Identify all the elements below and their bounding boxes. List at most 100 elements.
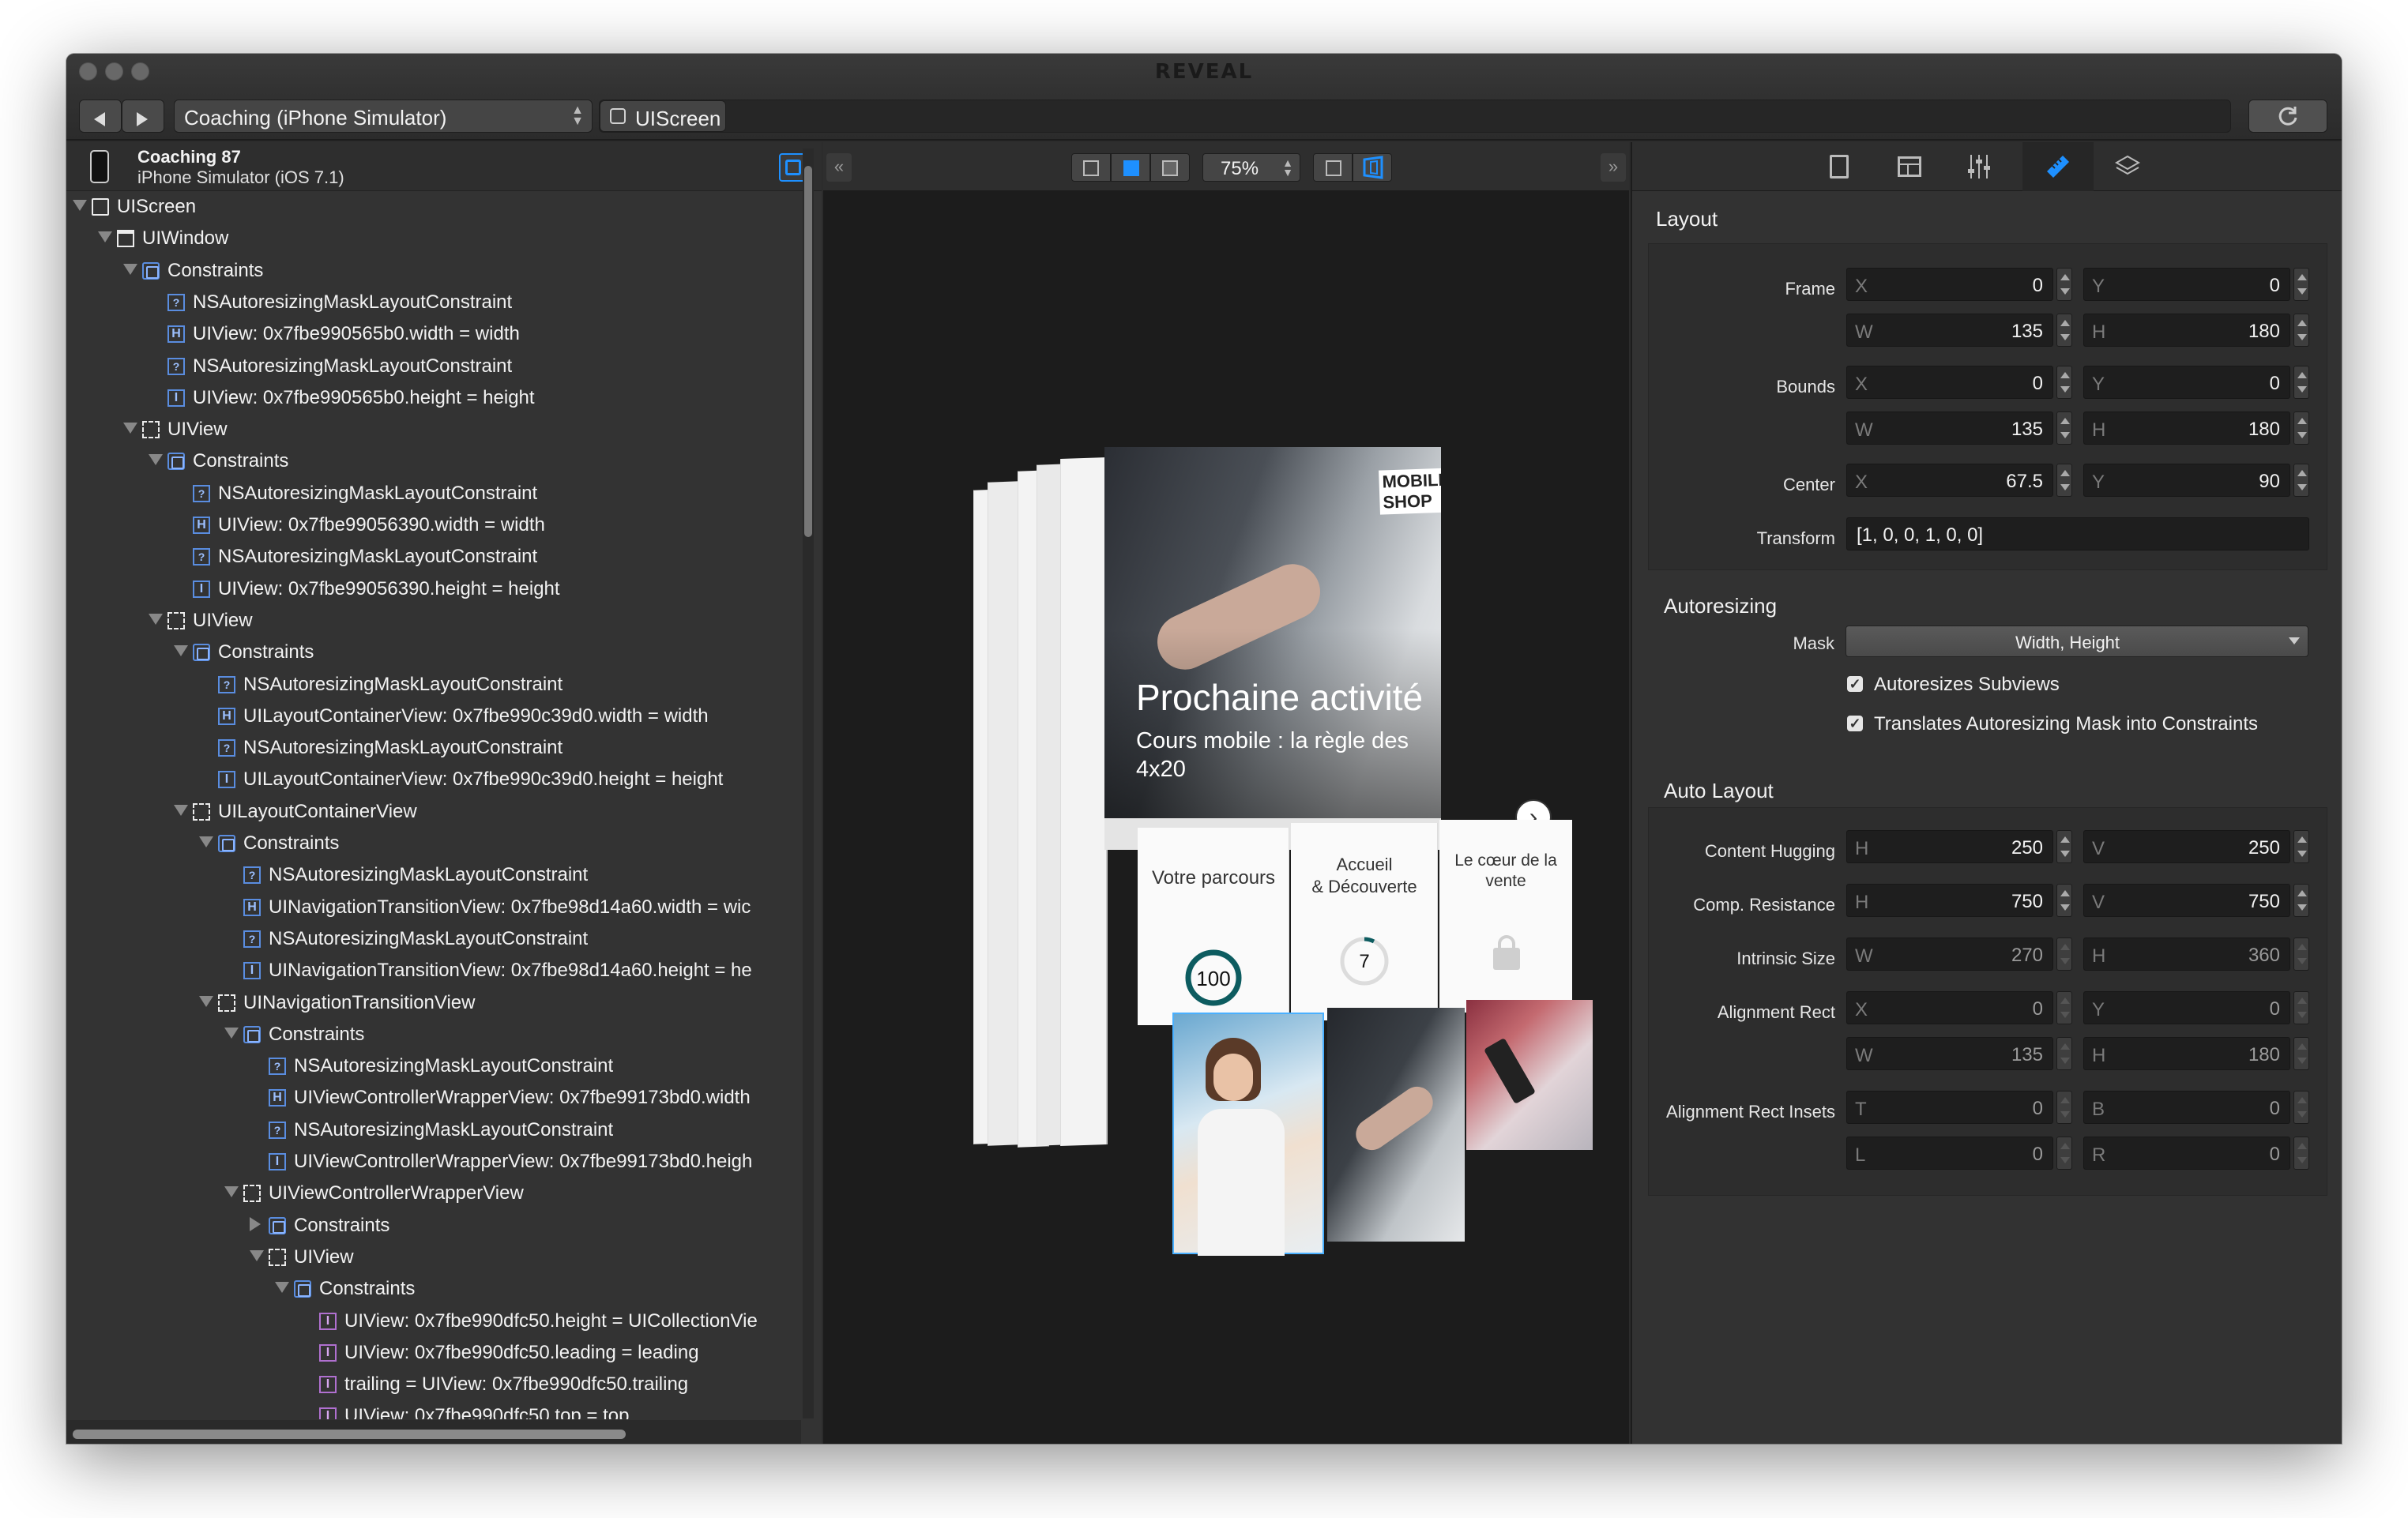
disclosure-open-icon[interactable] <box>123 263 137 275</box>
tree-row[interactable]: H UIView: 0x7fbe990565b0.width = width <box>66 318 801 350</box>
tree-row[interactable]: ? NSAutoresizingMaskLayoutConstraint <box>66 287 801 318</box>
tree-row[interactable]: I UIView: 0x7fbe990dfc50.leading = leadin… <box>66 1337 801 1369</box>
tree-row[interactable]: H UILayoutContainerView: 0x7fbe990c39d0.w… <box>66 701 801 732</box>
tree-row[interactable]: UIScreen <box>66 191 801 223</box>
tile-votre-parcours[interactable]: Votre parcours 100 <box>1138 828 1289 1025</box>
frame-w-field[interactable]: W 135 <box>1846 314 2053 347</box>
both-mode-button[interactable] <box>1150 153 1190 182</box>
center-x-field[interactable]: X 67.5 <box>1846 464 2053 497</box>
tree-row[interactable]: UIView <box>66 414 801 445</box>
disclosure-open-icon[interactable] <box>73 200 87 211</box>
tree-row[interactable]: H UIView: 0x7fbe99056390.width = width <box>66 509 801 541</box>
disclosure-open-icon[interactable] <box>174 645 188 657</box>
tree-row[interactable]: I UIViewControllerWrapperView: 0x7fbe9917… <box>66 1146 801 1178</box>
bounds-w-stepper[interactable] <box>2056 411 2072 445</box>
tree-row[interactable]: I UIView: 0x7fbe990565b0.height = height <box>66 382 801 414</box>
tree-row[interactable]: UIViewControllerWrapperView <box>66 1178 801 1209</box>
hugging-h-field[interactable]: H 250 <box>1846 830 2053 863</box>
photo-woman-phone[interactable] <box>1172 1013 1324 1256</box>
tree-row[interactable]: ? NSAutoresizingMaskLayoutConstraint <box>66 1050 801 1082</box>
tree-row[interactable]: UIWindow <box>66 223 801 254</box>
disclosure-open-icon[interactable] <box>275 1282 289 1294</box>
frame-x-field[interactable]: X0 <box>1846 268 2053 301</box>
tree-row[interactable]: Constraints <box>66 1019 801 1050</box>
tree-row[interactable]: Constraints <box>66 1273 801 1305</box>
tree-row[interactable]: ? NSAutoresizingMaskLayoutConstraint <box>66 541 801 573</box>
hero-image[interactable]: MOBILE SHOP Prochaine activité Cours mob… <box>1104 447 1441 818</box>
tree-row[interactable]: I UIView: 0x7fbe99056390.height = height <box>66 573 801 605</box>
translates-mask-checkbox[interactable]: ✓ <box>1847 716 1863 731</box>
tree-row[interactable]: UIView <box>66 1242 801 1273</box>
tab-layout[interactable] <box>2022 142 2094 191</box>
resistance-v-stepper[interactable] <box>2293 884 2309 917</box>
breadcrumb-item-uiscreen[interactable]: UIScreen <box>600 100 726 132</box>
tree-row[interactable]: Constraints <box>66 445 801 477</box>
content-mode-button[interactable] <box>1111 153 1150 182</box>
tree-row[interactable]: ? NSAutoresizingMaskLayoutConstraint <box>66 669 801 701</box>
tree-row[interactable]: UINavigationTransitionView <box>66 987 801 1019</box>
wireframe-mode-button[interactable] <box>1071 153 1111 182</box>
frame-y-stepper[interactable] <box>2293 268 2309 301</box>
zoom-dropdown[interactable]: 75% ▲ ▼ <box>1202 153 1300 182</box>
tree-row[interactable]: I UIView: 0x7fbe990dfc50.top = top <box>66 1400 801 1419</box>
refresh-button[interactable] <box>2248 100 2327 133</box>
tile-coeur-vente[interactable]: Le cœur de la vente <box>1439 820 1572 1013</box>
bounds-h-field[interactable]: H 180 <box>2083 411 2290 445</box>
disclosure-open-icon[interactable] <box>199 995 213 1007</box>
frame-w-stepper[interactable] <box>2056 314 2072 347</box>
tree-row[interactable]: H UINavigationTransitionView: 0x7fbe98d14… <box>66 892 801 923</box>
tree-row[interactable]: ? NSAutoresizingMaskLayoutConstraint <box>66 1114 801 1146</box>
disclosure-open-icon[interactable] <box>199 836 213 847</box>
tree-row[interactable]: Constraints <box>66 1210 801 1242</box>
bounds-w-field[interactable]: W 135 <box>1846 411 2053 445</box>
tree-row[interactable]: I UINavigationTransitionView: 0x7fbe98d14… <box>66 955 801 986</box>
frame-h-stepper[interactable] <box>2293 314 2309 347</box>
2d-view-button[interactable] <box>1313 153 1353 182</box>
resistance-v-field[interactable]: V 750 <box>2083 884 2290 917</box>
tree-horizontal-scroll-thumb[interactable] <box>73 1430 626 1439</box>
tree-row[interactable]: UILayoutContainerView <box>66 796 801 828</box>
hugging-h-stepper[interactable] <box>2056 830 2072 863</box>
disclosure-closed-icon[interactable] <box>250 1216 261 1231</box>
center-x-stepper[interactable] <box>2056 464 2072 497</box>
tab-identity[interactable] <box>1830 155 1849 178</box>
transform-field[interactable]: [1, 0, 0, 1, 0, 0] <box>1846 517 2309 550</box>
disclosure-open-icon[interactable] <box>149 454 163 466</box>
tree-row[interactable]: Constraints <box>66 828 801 859</box>
tree-row[interactable]: I UIView: 0x7fbe990dfc50.height = UIColle… <box>66 1306 801 1337</box>
frame-y-field[interactable]: Y0 <box>2083 268 2290 301</box>
layer-sheet[interactable] <box>988 481 1019 1146</box>
tree-row[interactable]: UIView <box>66 605 801 637</box>
resistance-h-stepper[interactable] <box>2056 884 2072 917</box>
back-button[interactable] <box>79 100 122 133</box>
tree-row[interactable]: ? NSAutoresizingMaskLayoutConstraint <box>66 859 801 891</box>
3d-view-button[interactable] <box>1353 153 1392 182</box>
bounds-x-stepper[interactable] <box>2056 366 2072 399</box>
frame-h-field[interactable]: H 180 <box>2083 314 2290 347</box>
tree-row[interactable]: Constraints <box>66 255 801 287</box>
tree-row[interactable]: H UIViewControllerWrapperView: 0x7fbe9917… <box>66 1082 801 1114</box>
bounds-y-field[interactable]: Y0 <box>2083 366 2290 399</box>
photo-hand-smartphone[interactable] <box>1466 1000 1593 1150</box>
disclosure-open-icon[interactable] <box>250 1249 264 1261</box>
center-y-field[interactable]: Y 90 <box>2083 464 2290 497</box>
disclosure-open-icon[interactable] <box>123 423 137 434</box>
resistance-h-field[interactable]: H 750 <box>1846 884 2053 917</box>
center-y-stepper[interactable] <box>2293 464 2309 497</box>
disclosure-open-icon[interactable] <box>224 1027 239 1039</box>
tree-vertical-scroll-thumb[interactable] <box>804 166 812 537</box>
tree-row[interactable]: Constraints <box>66 637 801 668</box>
disclosure-open-icon[interactable] <box>149 613 163 625</box>
disclosure-open-icon[interactable] <box>98 231 112 243</box>
hugging-v-stepper[interactable] <box>2293 830 2309 863</box>
tree-row[interactable]: ? NSAutoresizingMaskLayoutConstraint <box>66 351 801 382</box>
tree-row[interactable]: ? NSAutoresizingMaskLayoutConstraint <box>66 478 801 509</box>
hugging-v-field[interactable]: V 250 <box>2083 830 2290 863</box>
disclosure-open-icon[interactable] <box>174 804 188 816</box>
bounds-y-stepper[interactable] <box>2293 366 2309 399</box>
tab-attributes[interactable] <box>1898 156 1921 177</box>
layer-sheet[interactable] <box>1060 457 1108 1147</box>
tab-settings[interactable] <box>1967 153 1991 180</box>
autoresizes-subviews-checkbox[interactable]: ✓ <box>1847 676 1863 692</box>
collapse-right-button[interactable]: » <box>1601 153 1626 182</box>
